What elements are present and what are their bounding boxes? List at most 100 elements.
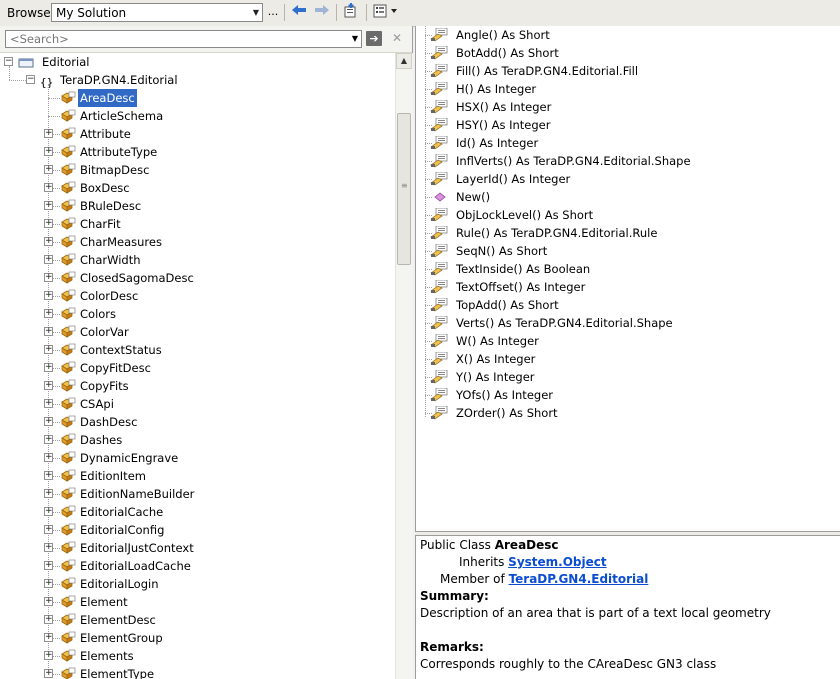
inherits-link-object[interactable]: Object xyxy=(563,555,607,569)
tree-node-class[interactable]: AreaDesc xyxy=(0,89,395,107)
tree-node-class[interactable]: + ClosedSagomaDesc xyxy=(0,269,395,287)
expand-icon[interactable]: + xyxy=(44,363,53,372)
expand-icon[interactable]: + xyxy=(44,453,53,462)
tree-node-class[interactable]: + AttributeType xyxy=(0,143,395,161)
member-of-link-editorial[interactable]: Editorial xyxy=(591,572,648,586)
class-icon xyxy=(60,145,76,159)
search-combo[interactable]: ▼ xyxy=(5,30,362,48)
tree-node-class[interactable]: + EditorialCache xyxy=(0,503,395,521)
expand-icon[interactable]: + xyxy=(44,381,53,390)
expand-icon[interactable]: + xyxy=(44,345,53,354)
tree-node-class[interactable]: + ElementDesc xyxy=(0,611,395,629)
member-of-line: Member of TeraDP.GN4.Editorial xyxy=(440,572,649,586)
member-signature: ZOrder() As Short xyxy=(456,406,558,420)
expand-icon[interactable]: + xyxy=(44,219,53,228)
edit-custom-component-set-button[interactable]: ... xyxy=(266,3,280,22)
tree-node-class[interactable]: + ElementGroup xyxy=(0,629,395,647)
expand-icon[interactable]: + xyxy=(44,417,53,426)
tree-node-class[interactable]: + EditorialJustContext xyxy=(0,539,395,557)
tree-node-class[interactable]: + CopyFitDesc xyxy=(0,359,395,377)
tree-node-class[interactable]: + EditorialLogin xyxy=(0,575,395,593)
expand-icon[interactable]: + xyxy=(44,183,53,192)
expand-icon[interactable]: + xyxy=(44,273,53,282)
tree-node-class[interactable]: ArticleSchema xyxy=(0,107,395,125)
property-icon xyxy=(430,297,448,312)
expand-icon[interactable]: + xyxy=(44,561,53,570)
tree-node-class[interactable]: + Element xyxy=(0,593,395,611)
back-arrow-icon[interactable] xyxy=(290,3,308,22)
add-reference-icon[interactable] xyxy=(341,3,361,22)
tree-node-label: EditorialConfig xyxy=(80,523,165,537)
tree-node-class[interactable]: + EditorialConfig xyxy=(0,521,395,539)
toolbar-separator xyxy=(366,4,367,21)
tree-node-class[interactable]: + ContextStatus xyxy=(0,341,395,359)
expand-icon[interactable]: + xyxy=(44,615,53,624)
expand-icon[interactable]: + xyxy=(44,489,53,498)
tree-node-class[interactable]: + BoxDesc xyxy=(0,179,395,197)
expand-icon[interactable]: + xyxy=(44,525,53,534)
chevron-down-icon[interactable]: ▼ xyxy=(349,31,361,47)
tree-node-class[interactable]: + CharFit xyxy=(0,215,395,233)
member-of-link-gn4[interactable]: GN4 xyxy=(558,572,586,586)
collapse-icon[interactable]: − xyxy=(4,57,13,66)
tree-node-class[interactable]: + Dashes xyxy=(0,431,395,449)
class-icon xyxy=(60,217,76,231)
tree-node-class[interactable]: + Attribute xyxy=(0,125,395,143)
expand-icon[interactable]: + xyxy=(44,399,53,408)
tree-node-class[interactable]: + ColorDesc xyxy=(0,287,395,305)
expand-icon[interactable]: + xyxy=(44,669,53,678)
scrollbar-thumb[interactable]: ≡ xyxy=(397,113,411,265)
class-icon xyxy=(60,631,76,645)
browse-scope-combo[interactable]: My Solution ▼ xyxy=(51,3,263,22)
search-go-button[interactable]: ➔ xyxy=(366,31,382,46)
clear-search-icon[interactable]: ✕ xyxy=(389,31,405,46)
expand-icon[interactable]: + xyxy=(44,255,53,264)
scroll-up-icon[interactable]: ▲ xyxy=(396,53,412,69)
tree-node-class[interactable]: + CopyFits xyxy=(0,377,395,395)
settings-icon[interactable] xyxy=(371,3,401,22)
expand-icon[interactable]: + xyxy=(44,597,53,606)
tree-node-class[interactable]: + CSApi xyxy=(0,395,395,413)
expand-icon[interactable]: + xyxy=(44,543,53,552)
expand-icon[interactable]: + xyxy=(44,435,53,444)
tree-node-class[interactable]: + BRuleDesc xyxy=(0,197,395,215)
tree-node-label: Editorial xyxy=(42,55,90,69)
tree-node-class[interactable]: + ElementType xyxy=(0,665,395,679)
search-input[interactable] xyxy=(6,31,340,46)
expand-icon[interactable]: + xyxy=(44,237,53,246)
member-of-link-teradp[interactable]: TeraDP xyxy=(509,572,554,586)
expand-icon[interactable]: + xyxy=(44,129,53,138)
expand-icon[interactable]: + xyxy=(44,327,53,336)
tree-node-class[interactable]: + EditionNameBuilder xyxy=(0,485,395,503)
chevron-down-icon[interactable]: ▼ xyxy=(250,4,262,21)
tree-node-editorial[interactable]: − Editorial xyxy=(0,53,395,71)
tree-node-class[interactable]: + CharMeasures xyxy=(0,233,395,251)
tree-node-class[interactable]: + Colors xyxy=(0,305,395,323)
tree-node-class[interactable]: + DynamicEngrave xyxy=(0,449,395,467)
collapse-icon[interactable]: − xyxy=(26,75,35,84)
expand-icon[interactable]: + xyxy=(44,507,53,516)
expand-icon[interactable]: + xyxy=(44,633,53,642)
expand-icon[interactable]: + xyxy=(44,579,53,588)
tree-node-class[interactable]: + ColorVar xyxy=(0,323,395,341)
tree-node-class[interactable]: + DashDesc xyxy=(0,413,395,431)
expand-icon[interactable]: + xyxy=(44,651,53,660)
expand-icon[interactable]: + xyxy=(44,201,53,210)
tree-node-label: Element xyxy=(80,595,128,609)
forward-arrow-icon[interactable] xyxy=(313,3,331,22)
tree-node-class[interactable]: + EditorialLoadCache xyxy=(0,557,395,575)
expand-icon[interactable]: + xyxy=(44,165,53,174)
tree-node-class[interactable]: + BitmapDesc xyxy=(0,161,395,179)
tree-node-class[interactable]: + CharWidth xyxy=(0,251,395,269)
member-signature: New() xyxy=(456,190,491,204)
tree-node-namespace[interactable]: −{} TeraDP.GN4.Editorial xyxy=(0,71,395,89)
expand-icon[interactable]: + xyxy=(44,309,53,318)
tree-node-class[interactable]: + EditionItem xyxy=(0,467,395,485)
tree-node-class[interactable]: + Elements xyxy=(0,647,395,665)
inherits-link-system[interactable]: System xyxy=(508,555,558,569)
expand-icon[interactable]: + xyxy=(44,147,53,156)
expand-icon[interactable]: + xyxy=(44,471,53,480)
class-icon xyxy=(60,361,76,375)
tree-scrollbar[interactable]: ▲ ≡ xyxy=(395,53,413,679)
expand-icon[interactable]: + xyxy=(44,291,53,300)
